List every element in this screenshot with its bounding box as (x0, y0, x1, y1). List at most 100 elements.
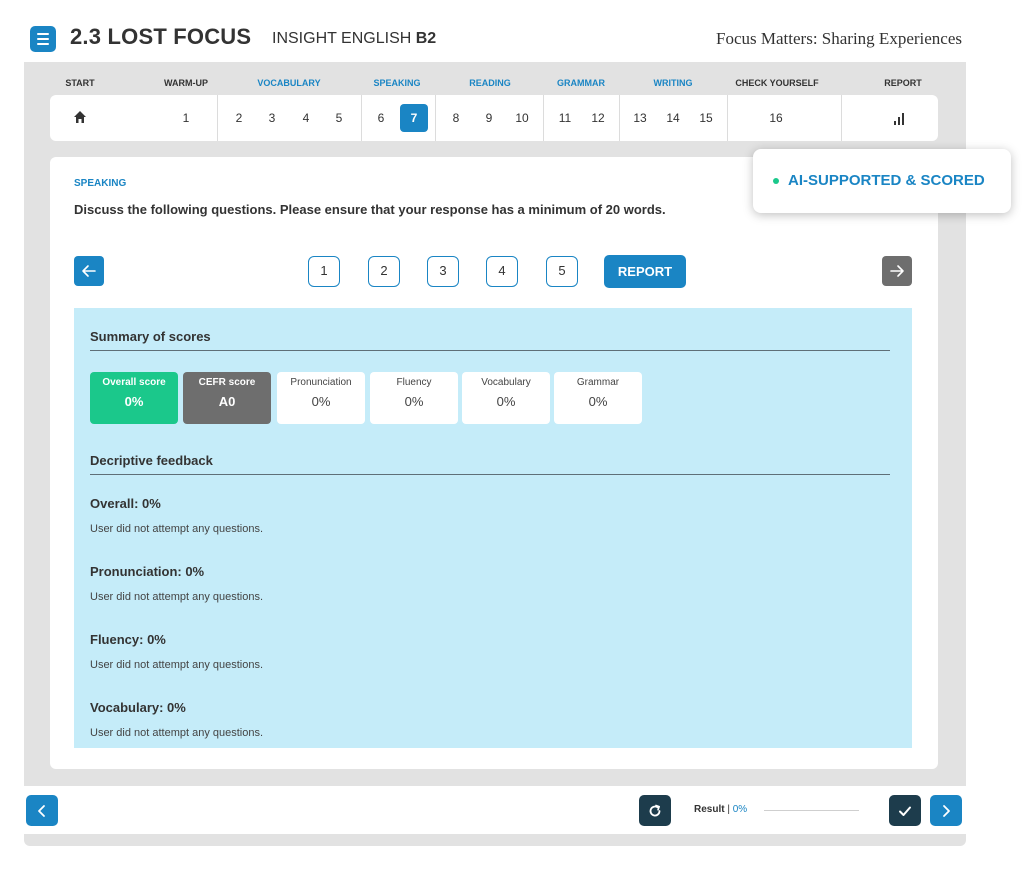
status-dot (773, 178, 779, 184)
question-button-2[interactable]: 2 (368, 256, 400, 287)
nav-divider (619, 95, 620, 141)
nav-divider (727, 95, 728, 141)
result-value: 0% (732, 804, 748, 815)
feedback-overall-title: Overall: 0% (90, 496, 161, 511)
page-button-10[interactable]: 10 (509, 108, 535, 128)
section-label-grammar[interactable]: GRAMMAR (557, 78, 605, 88)
page-button-4[interactable]: 4 (293, 108, 319, 128)
section-label-speaking[interactable]: SPEAKING (373, 78, 420, 88)
activity-instruction: Discuss the following questions. Please … (74, 202, 666, 217)
nav-divider (361, 95, 362, 141)
result-readout: Result | 0% (694, 804, 747, 815)
feedback-pronunciation-title: Pronunciation: 0% (90, 564, 205, 579)
lesson-name: Focus Matters: Sharing Experiences (716, 29, 962, 48)
nav-divider (217, 95, 218, 141)
score-tile-value: 0% (124, 394, 144, 409)
question-button-3[interactable]: 3 (427, 256, 459, 287)
summary-heading: Summary of scores (90, 329, 211, 344)
chevron-left-icon (38, 804, 45, 817)
score-tile-grammar: Grammar 0% (554, 372, 642, 424)
check-icon (899, 806, 911, 816)
score-tile-value: 0% (588, 394, 608, 409)
result-progress-bar (764, 810, 859, 811)
feedback-fluency-text: User did not attempt any questions. (90, 659, 264, 671)
page-button-13[interactable]: 13 (627, 108, 653, 128)
page-button-9[interactable]: 9 (476, 108, 502, 128)
check-answers-button[interactable] (889, 795, 921, 826)
score-tile-value: A0 (218, 394, 236, 409)
score-report-panel: Summary of scores Overall score 0% CEFR … (74, 308, 912, 748)
course-name: INSIGHT ENGLISH B2 (272, 30, 436, 48)
report-button[interactable]: REPORT (604, 255, 686, 288)
score-tile-overall: Overall score 0% (90, 372, 178, 424)
activity-section-label: SPEAKING (74, 178, 127, 189)
section-label-reading[interactable]: READING (469, 78, 511, 88)
nav-divider (435, 95, 436, 141)
page-button-16[interactable]: 16 (763, 108, 789, 128)
feedback-vocabulary-text: User did not attempt any questions. (90, 727, 264, 739)
score-tile-value: 0% (311, 394, 331, 409)
score-tile-value: 0% (404, 394, 424, 409)
score-tile-label: Grammar (576, 377, 620, 388)
menu-button[interactable] (30, 26, 56, 52)
section-label-vocabulary[interactable]: VOCABULARY (257, 78, 320, 88)
next-page-button[interactable] (930, 795, 962, 826)
next-question-button[interactable] (882, 256, 912, 286)
page-button-7-active[interactable]: 7 (400, 104, 428, 132)
lesson-title: 2.3 LOST FOCUS (70, 24, 252, 49)
course-prefix: INSIGHT ENGLISH (272, 30, 412, 47)
page-button-1[interactable]: 1 (173, 108, 199, 128)
section-label-report[interactable]: REPORT (884, 78, 922, 88)
page-button-3[interactable]: 3 (259, 108, 285, 128)
ai-supported-badge: AI-SUPPORTED & SCORED (753, 149, 1011, 213)
app-header: 2.3 LOST FOCUS INSIGHT ENGLISH B2 Focus … (0, 0, 1030, 60)
score-tile-pronunciation: Pronunciation 0% (277, 372, 365, 424)
score-tile-fluency: Fluency 0% (370, 372, 458, 424)
score-tile-value: 0% (496, 394, 516, 409)
question-button-4[interactable]: 4 (486, 256, 518, 287)
score-tile-vocabulary: Vocabulary 0% (462, 372, 550, 424)
score-tile-label: Fluency (396, 377, 432, 388)
course-level: B2 (415, 30, 437, 47)
previous-question-button[interactable] (74, 256, 104, 286)
page-button-6[interactable]: 6 (368, 108, 394, 128)
footer-shadow (24, 834, 966, 846)
section-label-warm-up[interactable]: WARM-UP (164, 78, 208, 88)
activity-card: SPEAKING Discuss the following questions… (50, 157, 938, 769)
feedback-heading: Decriptive feedback (90, 453, 213, 468)
score-tile-label: CEFR score (198, 377, 256, 388)
section-label-start[interactable]: START (65, 78, 94, 88)
score-tile-label: Pronunciation (290, 377, 352, 388)
page-button-2[interactable]: 2 (226, 108, 252, 128)
ai-badge-label: AI-SUPPORTED & SCORED (788, 172, 985, 189)
score-tile-cefr: CEFR score A0 (183, 372, 271, 424)
result-label: Result (694, 804, 725, 815)
page-button-15[interactable]: 15 (693, 108, 719, 128)
section-label-writing[interactable]: WRITING (654, 78, 693, 88)
feedback-pronunciation-text: User did not attempt any questions. (90, 591, 264, 603)
refresh-icon (649, 804, 661, 816)
page-button-5[interactable]: 5 (326, 108, 352, 128)
feedback-vocabulary-title: Vocabulary: 0% (90, 700, 186, 715)
chevron-right-icon (943, 804, 950, 817)
home-icon[interactable] (72, 109, 88, 125)
page-button-11[interactable]: 11 (552, 108, 578, 128)
previous-page-button[interactable] (26, 795, 58, 826)
section-labels: START WARM-UP VOCABULARY SPEAKING READIN… (50, 78, 938, 92)
page-button-8[interactable]: 8 (443, 108, 469, 128)
page-button-12[interactable]: 12 (585, 108, 611, 128)
nav-divider (543, 95, 544, 141)
feedback-fluency-title: Fluency: 0% (90, 632, 166, 647)
page-button-14[interactable]: 14 (660, 108, 686, 128)
divider (90, 350, 890, 351)
bar-chart-icon[interactable] (894, 111, 908, 125)
section-label-check-yourself[interactable]: CHECK YOURSELF (735, 78, 818, 88)
arrow-right-icon (890, 265, 904, 277)
divider (90, 474, 890, 475)
reset-button[interactable] (639, 795, 671, 826)
score-tile-label: Vocabulary (481, 377, 531, 388)
page-navigation: 1 2 3 4 5 6 7 8 9 10 11 12 13 14 15 16 (50, 95, 938, 141)
feedback-overall-text: User did not attempt any questions. (90, 523, 264, 535)
question-button-5[interactable]: 5 (546, 256, 578, 287)
question-button-1[interactable]: 1 (308, 256, 340, 287)
